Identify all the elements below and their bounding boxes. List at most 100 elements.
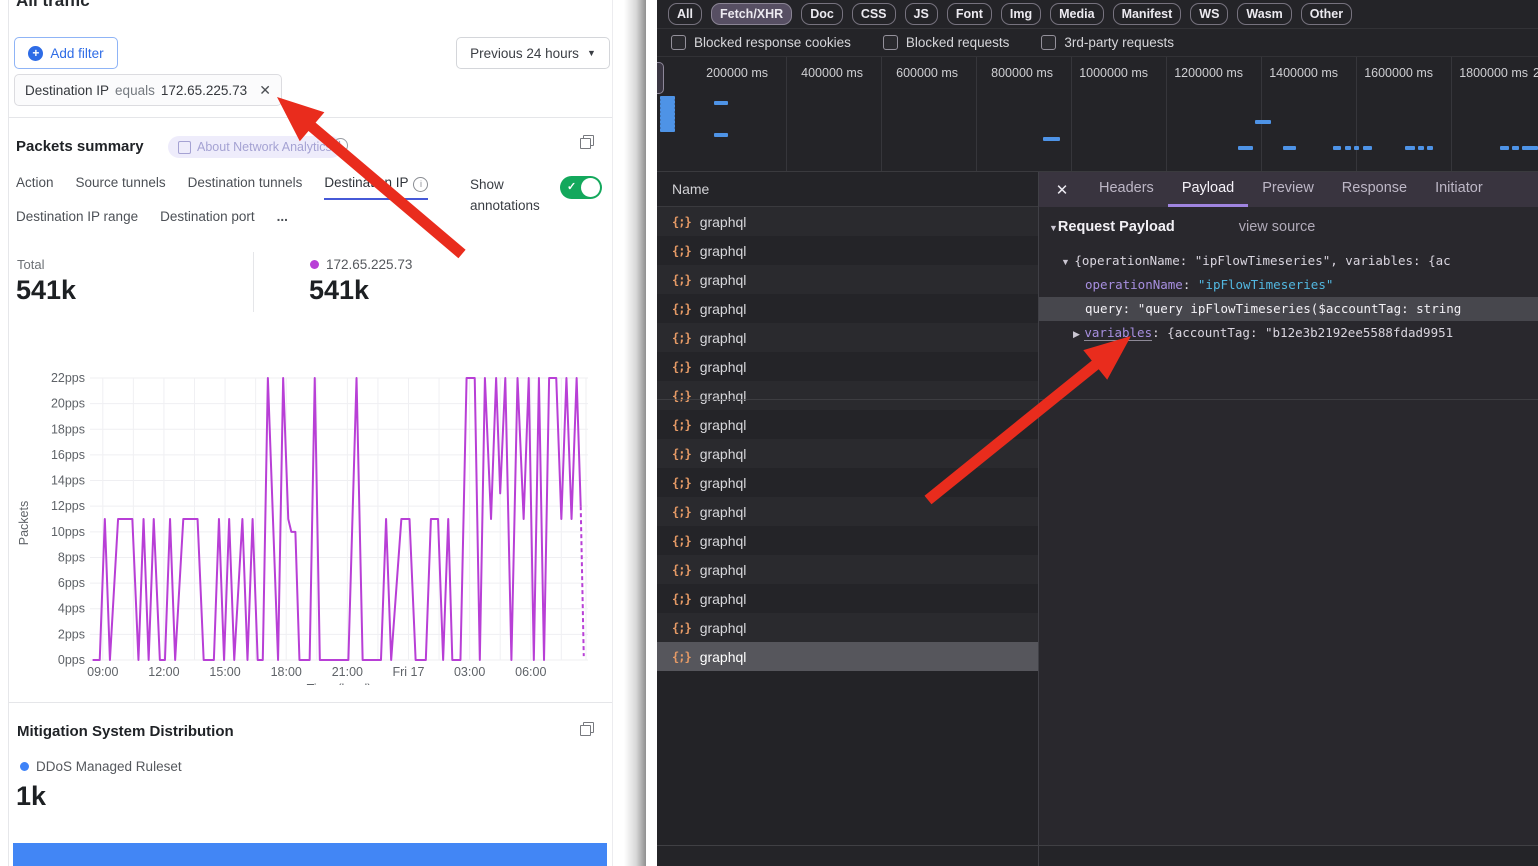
payload-value: {accountTag: "b12e3b2192ee5588fdad9951	[1167, 325, 1453, 340]
collapse-triangle-icon[interactable]: ▼	[1061, 257, 1070, 267]
request-row-graphql[interactable]: {;}graphql	[657, 410, 1038, 439]
tab-action[interactable]: Action	[16, 175, 54, 200]
detail-tab-payload[interactable]: Payload	[1168, 172, 1248, 207]
request-row-graphql[interactable]: {;}graphql	[657, 526, 1038, 555]
mitigation-title: Mitigation System Distribution	[17, 723, 234, 740]
request-row-graphql[interactable]: {;}graphql	[657, 642, 1038, 671]
payload-preview-row[interactable]: ▼ {operationName: "ipFlowTimeseries", va…	[1039, 249, 1538, 273]
tab-destination-tunnels[interactable]: Destination tunnels	[188, 175, 303, 200]
time-range-dropdown[interactable]: Previous 24 hours ▼	[456, 37, 610, 69]
svg-text:12pps: 12pps	[51, 499, 85, 513]
filter-pill-wasm[interactable]: Wasm	[1237, 3, 1291, 25]
checkbox-box[interactable]	[1041, 35, 1056, 50]
detail-tab-response[interactable]: Response	[1328, 172, 1421, 207]
svg-text:18pps: 18pps	[51, 422, 85, 436]
json-braces-icon: {;}	[672, 447, 691, 461]
filter-pill-all[interactable]: All	[668, 3, 702, 25]
request-list: {;}graphql{;}graphql{;}graphql{;}graphql…	[657, 207, 1038, 845]
filter-pill-media[interactable]: Media	[1050, 3, 1103, 25]
checkbox-blocked-requests[interactable]: Blocked requests	[883, 35, 1010, 50]
waterfall-mark	[1283, 146, 1296, 150]
checkbox-3rd-party-requests[interactable]: 3rd-party requests	[1041, 35, 1174, 50]
expand-triangle-icon[interactable]: ▶	[1073, 329, 1080, 339]
collapse-triangle-icon[interactable]: ▼	[1049, 223, 1058, 233]
dimension-tabs-row1: Action Source tunnels Destination tunnels D…	[16, 175, 428, 200]
checkbox-box[interactable]	[883, 35, 898, 50]
svg-text:Time (local): Time (local)	[307, 682, 372, 685]
request-name: graphql	[700, 533, 747, 549]
section-divider	[9, 117, 612, 118]
request-payload-title: Request Payload	[1058, 219, 1175, 235]
tab-destination-ip-range[interactable]: Destination IP range	[16, 209, 138, 230]
request-row-graphql[interactable]: {;}graphql	[657, 207, 1038, 236]
request-row-graphql[interactable]: {;}graphql	[657, 584, 1038, 613]
request-name: graphql	[700, 475, 747, 491]
request-row-graphql[interactable]: {;}graphql	[657, 439, 1038, 468]
request-payload-header[interactable]: ▼Request Payload view source	[1049, 219, 1315, 235]
filter-pill-doc[interactable]: Doc	[801, 3, 843, 25]
checkbox-box[interactable]	[671, 35, 686, 50]
expand-panel-icon[interactable]	[580, 135, 594, 149]
view-source-link[interactable]: view source	[1239, 219, 1316, 235]
request-row-graphql[interactable]: {;}graphql	[657, 323, 1038, 352]
filter-chip[interactable]: Destination IP equals 172.65.225.73 ✕	[14, 74, 282, 106]
tab-destination-ip[interactable]: Destination IPi	[324, 175, 428, 200]
info-icon[interactable]: i	[413, 177, 428, 192]
request-row-graphql[interactable]: {;}graphql	[657, 497, 1038, 526]
detail-tab-initiator[interactable]: Initiator	[1421, 172, 1497, 207]
filter-pill-img[interactable]: Img	[1001, 3, 1041, 25]
check-icon: ✓	[567, 180, 576, 193]
request-name: graphql	[700, 243, 747, 259]
request-row-graphql[interactable]: {;} graphql	[657, 468, 1038, 497]
request-row-graphql[interactable]: {;}graphql	[657, 613, 1038, 642]
request-row-graphql[interactable]: {;}graphql	[657, 381, 1038, 410]
show-annotations-label: Show annotations	[470, 174, 558, 216]
close-icon[interactable]: ✕	[1039, 181, 1085, 199]
request-row-graphql[interactable]: {;}graphql	[657, 555, 1038, 584]
detail-tab-headers[interactable]: Headers	[1085, 172, 1168, 207]
request-row-graphql[interactable]: {;}graphql	[657, 265, 1038, 294]
filter-pill-css[interactable]: CSS	[852, 3, 896, 25]
expand-panel-icon[interactable]	[580, 722, 594, 736]
more-tabs-button[interactable]: ...	[277, 209, 288, 230]
screenshot-root: All traffic + Add filter Previous 24 hou…	[0, 0, 1538, 866]
waterfall-mark	[1333, 146, 1341, 150]
show-annotations-toggle[interactable]: ✓	[560, 176, 602, 199]
about-network-analytics-badge[interactable]: About Network Analytics	[168, 136, 342, 158]
remove-filter-icon[interactable]: ✕	[259, 82, 271, 99]
request-row-graphql[interactable]: {;}graphql	[657, 294, 1038, 323]
filter-pill-other[interactable]: Other	[1301, 3, 1352, 25]
request-name: graphql	[700, 591, 747, 607]
checkbox-blocked-response-cookies[interactable]: Blocked response cookies	[671, 35, 851, 50]
add-filter-button[interactable]: + Add filter	[14, 37, 118, 69]
payload-row-query[interactable]: query: "query ipFlowTimeseries($accountT…	[1039, 297, 1538, 321]
waterfall-mark	[1418, 146, 1424, 150]
page-scrollbar[interactable]	[624, 0, 646, 866]
series-value: 541k	[309, 275, 369, 306]
waterfall-mark	[1345, 146, 1351, 150]
history-icon[interactable]	[333, 138, 348, 153]
payload-row-operationName[interactable]: operationName: "ipFlowTimeseries"	[1039, 273, 1538, 297]
filter-pill-js[interactable]: JS	[905, 3, 938, 25]
json-braces-icon: {;}	[672, 302, 691, 316]
payload-row-variables[interactable]: ▶ variables: {accountTag: "b12e3b2192ee5…	[1039, 321, 1538, 345]
request-filter-checkboxes: Blocked response cookies Blocked requests…	[657, 29, 1538, 57]
json-braces-icon: {;}	[672, 476, 691, 490]
payload-value: "query ipFlowTimeseries($accountTag: str…	[1138, 301, 1462, 316]
request-row-graphql[interactable]: {;}graphql	[657, 236, 1038, 265]
waterfall-mark	[1427, 146, 1433, 150]
filter-pill-font[interactable]: Font	[947, 3, 992, 25]
filter-pill-fetch-xhr[interactable]: Fetch/XHR	[711, 3, 792, 25]
tab-destination-port[interactable]: Destination port	[160, 209, 255, 230]
detail-tab-preview[interactable]: Preview	[1248, 172, 1328, 207]
filter-operator: equals	[115, 83, 155, 98]
filter-pill-manifest[interactable]: Manifest	[1113, 3, 1182, 25]
payload-key: operationName	[1085, 277, 1183, 292]
tab-source-tunnels[interactable]: Source tunnels	[76, 175, 166, 200]
svg-text:2pps: 2pps	[58, 627, 85, 641]
filter-pill-ws[interactable]: WS	[1190, 3, 1228, 25]
request-row-graphql[interactable]: {;}graphql	[657, 352, 1038, 381]
payload-key: variables	[1084, 325, 1152, 341]
network-timeline-overview[interactable]: 200000 ms400000 ms600000 ms800000 ms1000…	[657, 57, 1538, 172]
name-column-header[interactable]: Name	[657, 172, 1038, 207]
